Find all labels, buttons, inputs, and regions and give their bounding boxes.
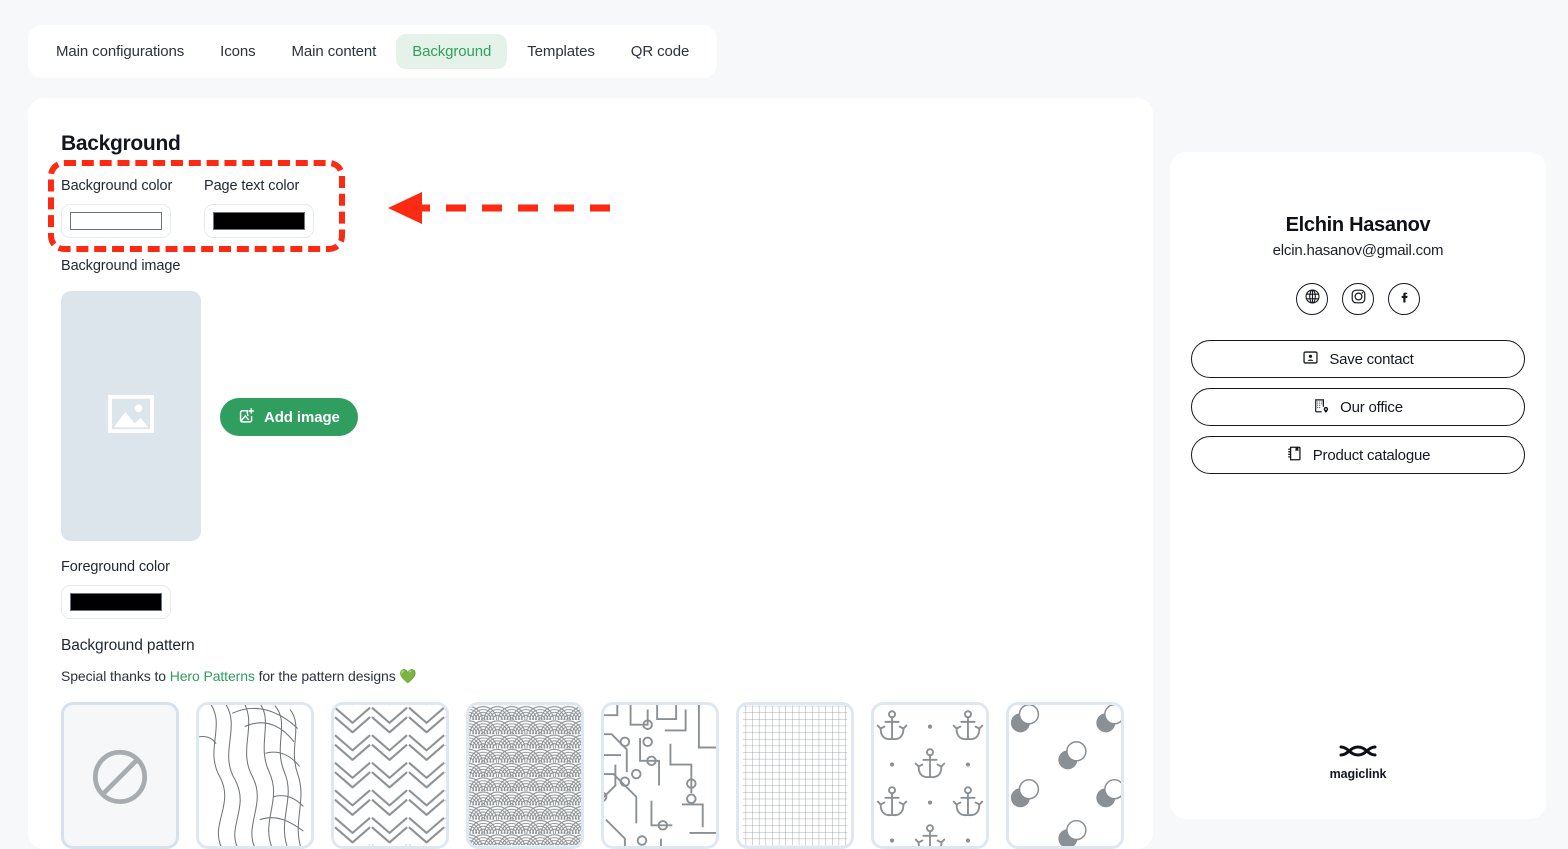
hero-patterns-credit: Special thanks to Hero Patterns for the … [61, 668, 417, 685]
pattern-tile-topography[interactable] [196, 702, 314, 849]
background-color-swatch [70, 212, 162, 230]
facebook-icon [1396, 288, 1413, 310]
background-settings-panel: Background Background color Page text co… [28, 98, 1153, 849]
preview-name: Elchin Hasanov [1285, 214, 1431, 236]
save-contact-button[interactable]: Save contact [1191, 340, 1525, 378]
pattern-tile-none[interactable] [61, 702, 179, 849]
background-pattern-label: Background pattern [61, 637, 195, 654]
pattern-tile-graph-paper[interactable] [736, 702, 854, 849]
page-text-color-input[interactable] [204, 204, 314, 238]
hero-patterns-link[interactable]: Hero Patterns [170, 668, 255, 684]
pattern-tile-anchors[interactable] [871, 702, 989, 849]
save-contact-label: Save contact [1329, 350, 1414, 368]
foreground-color-label: Foreground color [61, 559, 170, 575]
product-catalogue-label: Product catalogue [1312, 446, 1431, 464]
add-image-icon [238, 407, 255, 428]
credit-prefix: Special thanks to [61, 668, 170, 684]
pattern-tile-bubbles[interactable] [1006, 702, 1124, 849]
background-color-label: Background color [61, 178, 173, 194]
social-website-button[interactable] [1296, 283, 1328, 315]
green-heart-icon: 💚 [399, 668, 417, 684]
pattern-picker [61, 702, 1124, 849]
notebook-icon [1286, 445, 1303, 466]
image-icon [108, 394, 154, 438]
tab-templates[interactable]: Templates [511, 34, 610, 69]
tab-qr-code[interactable]: QR code [615, 34, 706, 69]
tab-main-configurations[interactable]: Main configurations [40, 34, 200, 69]
page-title: Background [61, 132, 181, 155]
credit-suffix: for the pattern designs [254, 668, 400, 684]
link-page-preview: Elchin Hasanov elcin.hasanov@gmail.com S… [1170, 152, 1546, 819]
foreground-color-input[interactable] [61, 585, 171, 619]
magiclink-logo-icon [1338, 743, 1378, 764]
page-text-color-swatch [213, 212, 305, 230]
preview-action-buttons: Save contact Our office Product catalogu… [1191, 340, 1525, 474]
background-color-input[interactable] [61, 204, 171, 238]
globe-icon [1304, 288, 1321, 310]
magiclink-brand-label: magiclink [1329, 767, 1387, 781]
background-image-label: Background image [61, 258, 181, 274]
preview-footer: magiclink [1170, 743, 1546, 781]
preview-social-links [1170, 283, 1546, 315]
pattern-tile-circuit-board[interactable] [601, 702, 719, 849]
our-office-label: Our office [1340, 398, 1403, 416]
preview-email: elcin.hasanov@gmail.com [1272, 242, 1444, 259]
add-image-button[interactable]: Add image [220, 398, 358, 436]
add-image-label: Add image [264, 408, 340, 426]
contact-card-icon [1302, 349, 1319, 370]
foreground-color-swatch [70, 593, 162, 611]
pattern-tile-japanese-waves[interactable] [466, 702, 584, 849]
product-catalogue-button[interactable]: Product catalogue [1191, 436, 1525, 474]
background-image-dropzone[interactable] [61, 291, 201, 541]
building-pin-icon [1313, 397, 1330, 418]
pattern-tile-chevron[interactable] [331, 702, 449, 849]
tab-bar: Main configurations Icons Main content B… [28, 25, 718, 78]
tab-background[interactable]: Background [396, 34, 508, 69]
instagram-icon [1350, 288, 1367, 310]
tab-main-content[interactable]: Main content [276, 34, 393, 69]
tab-icons[interactable]: Icons [204, 34, 271, 69]
social-instagram-button[interactable] [1342, 283, 1374, 315]
our-office-button[interactable]: Our office [1191, 388, 1525, 426]
page-text-color-label: Page text color [204, 178, 300, 194]
social-facebook-button[interactable] [1388, 283, 1420, 315]
